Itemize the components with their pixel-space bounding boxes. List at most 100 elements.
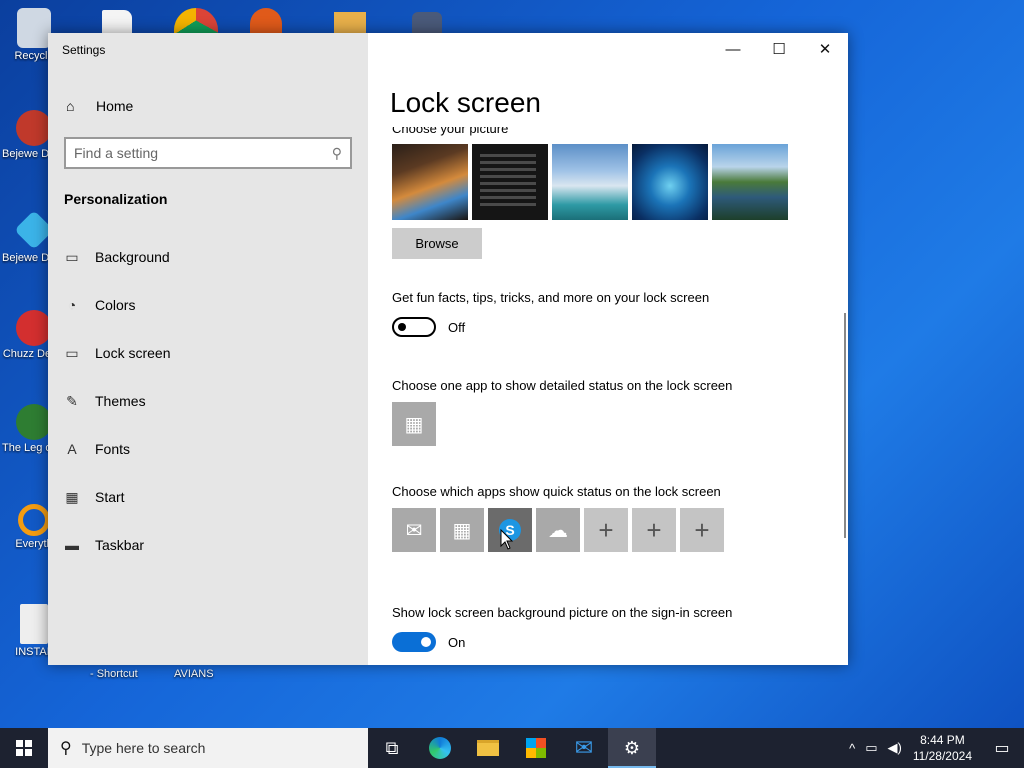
nav-home-label: Home bbox=[96, 98, 134, 114]
window-title: Settings bbox=[62, 43, 106, 57]
search-box[interactable]: ⚲ bbox=[64, 137, 352, 169]
plus-icon: + bbox=[694, 514, 710, 545]
taskbar-search-placeholder: Type here to search bbox=[81, 740, 206, 756]
mail-icon: ✉ bbox=[574, 735, 594, 760]
recycle-bin-icon bbox=[17, 8, 51, 48]
detailed-status-app-button[interactable]: ▦ bbox=[392, 402, 436, 446]
signin-background-toggle[interactable] bbox=[392, 632, 436, 652]
gear-icon: ⚙ bbox=[623, 737, 641, 758]
start-button[interactable] bbox=[0, 728, 48, 768]
lock-picture-thumbnail[interactable] bbox=[392, 144, 468, 220]
fun-facts-state: Off bbox=[448, 320, 466, 335]
task-view-button[interactable]: ⧉ bbox=[368, 728, 416, 768]
notifications-button[interactable]: ▭ bbox=[980, 728, 1024, 768]
taskbar-search[interactable]: ⚲ Type here to search bbox=[48, 728, 368, 768]
sidebar-item-lock-screen[interactable]: ▭ Lock screen bbox=[48, 329, 368, 377]
zelda-icon bbox=[16, 404, 52, 440]
desktop-app-icon[interactable] bbox=[250, 8, 282, 33]
chevron-up-icon[interactable]: ^ bbox=[849, 741, 855, 756]
sidebar-item-themes[interactable]: ✎ Themes bbox=[48, 377, 368, 425]
taskbar-icon: ▬ bbox=[65, 537, 79, 553]
sidebar-item-label: Colors bbox=[95, 297, 136, 313]
taskbar: ⚲ Type here to search ⧉ ✉ ⚙ ^ ▭ ◀) 8:44 … bbox=[0, 728, 1024, 768]
desktop-icon-file[interactable] bbox=[102, 10, 132, 33]
picture-choices bbox=[392, 144, 788, 220]
mail-icon: ✉ bbox=[405, 519, 423, 542]
lock-picture-thumbnail[interactable] bbox=[712, 144, 788, 220]
quick-status-weather-button[interactable]: ☁ bbox=[536, 508, 580, 552]
taskbar-file-explorer[interactable] bbox=[464, 728, 512, 768]
taskbar-settings[interactable]: ⚙ bbox=[608, 728, 656, 768]
magnifier-icon bbox=[18, 504, 50, 536]
sidebar-item-label: Lock screen bbox=[95, 345, 171, 361]
page-title: Lock screen bbox=[390, 87, 549, 119]
taskbar-edge[interactable] bbox=[416, 728, 464, 768]
weather-icon: ☁ bbox=[548, 519, 568, 542]
desktop-bottom-label: - Shortcut bbox=[90, 668, 138, 680]
sidebar-item-label: Taskbar bbox=[95, 537, 145, 553]
signin-background-state: On bbox=[448, 635, 466, 650]
home-icon: ⌂ bbox=[66, 98, 75, 114]
nav-home[interactable]: ⌂ Home bbox=[48, 91, 368, 121]
sidebar-item-label: Themes bbox=[95, 393, 146, 409]
detailed-status-label: Choose one app to show detailed status o… bbox=[392, 378, 733, 393]
start-icon: ▦ bbox=[65, 488, 79, 505]
fun-facts-toggle[interactable] bbox=[392, 317, 436, 337]
chuzzle-icon bbox=[16, 310, 52, 346]
sidebar-item-fonts[interactable]: A Fonts bbox=[48, 425, 368, 473]
calendar-icon: ▦ bbox=[404, 413, 424, 436]
sidebar-item-label: Background bbox=[95, 249, 170, 265]
taskbar-store[interactable] bbox=[512, 728, 560, 768]
clock[interactable]: 8:44 PM 11/28/2024 bbox=[913, 732, 972, 764]
sidebar-item-taskbar[interactable]: ▬ Taskbar bbox=[48, 521, 368, 569]
sidebar-item-colors[interactable]: ◔ Colors bbox=[48, 281, 368, 329]
window-controls: — ☐ ✕ bbox=[710, 33, 848, 65]
signin-background-label: Show lock screen background picture on t… bbox=[392, 605, 733, 620]
quick-status-add-button[interactable]: + bbox=[584, 508, 628, 552]
lock-picture-thumbnail[interactable] bbox=[472, 144, 548, 220]
content-pane: — ☐ ✕ Choose your picture Lock screen Br… bbox=[368, 33, 848, 665]
bejeweled-icon bbox=[16, 110, 52, 146]
minimize-button[interactable]: — bbox=[710, 33, 756, 65]
lock-picture-thumbnail[interactable] bbox=[552, 144, 628, 220]
volume-icon[interactable]: ◀) bbox=[888, 740, 902, 756]
lock-screen-icon: ▭ bbox=[65, 344, 79, 361]
maximize-button[interactable]: ☐ bbox=[756, 33, 802, 65]
background-icon: ▭ bbox=[65, 248, 79, 265]
quick-status-label: Choose which apps show quick status on t… bbox=[392, 484, 721, 499]
scrollbar[interactable] bbox=[844, 313, 846, 538]
desktop-app-icon[interactable] bbox=[334, 12, 366, 33]
desktop-app-icon[interactable] bbox=[412, 12, 442, 33]
desktop-bottom-label: AVIANS bbox=[174, 668, 214, 680]
mouse-cursor-icon bbox=[500, 529, 514, 550]
palette-icon: ◔ bbox=[67, 297, 77, 313]
quick-status-add-button[interactable]: + bbox=[680, 508, 724, 552]
plus-icon: + bbox=[646, 514, 662, 545]
search-icon: ⚲ bbox=[331, 144, 342, 161]
search-icon: ⚲ bbox=[60, 740, 72, 757]
folder-icon bbox=[477, 740, 499, 756]
sidebar-item-label: Fonts bbox=[95, 441, 131, 457]
windows-logo-icon bbox=[16, 740, 32, 756]
sidebar-item-label: Start bbox=[95, 489, 125, 505]
document-icon bbox=[20, 604, 48, 644]
browse-button[interactable]: Browse bbox=[392, 228, 482, 259]
close-button[interactable]: ✕ bbox=[802, 33, 848, 65]
sidebar: Settings ⌂ Home ⚲ Personalization ▭ Back… bbox=[48, 33, 368, 665]
quick-status-mail-button[interactable]: ✉ bbox=[392, 508, 436, 552]
nav-list: ▭ Background ◔ Colors ▭ Lock screen ✎ Th… bbox=[48, 233, 368, 569]
fun-facts-label: Get fun facts, tips, tricks, and more on… bbox=[392, 290, 710, 305]
system-tray: ^ ▭ ◀) 8:44 PM 11/28/2024 ▭ bbox=[844, 728, 1024, 768]
quick-status-add-button[interactable]: + bbox=[632, 508, 676, 552]
themes-icon: ✎ bbox=[66, 392, 78, 409]
quick-status-calendar-button[interactable]: ▦ bbox=[440, 508, 484, 552]
store-icon bbox=[526, 738, 546, 758]
chrome-icon[interactable] bbox=[174, 8, 218, 33]
network-icon[interactable]: ▭ bbox=[865, 740, 877, 756]
sidebar-item-start[interactable]: ▦ Start bbox=[48, 473, 368, 521]
clock-time: 8:44 PM bbox=[920, 733, 965, 747]
taskbar-mail[interactable]: ✉ bbox=[560, 728, 608, 768]
sidebar-item-background[interactable]: ▭ Background bbox=[48, 233, 368, 281]
search-input[interactable] bbox=[74, 145, 332, 161]
lock-picture-thumbnail[interactable] bbox=[632, 144, 708, 220]
